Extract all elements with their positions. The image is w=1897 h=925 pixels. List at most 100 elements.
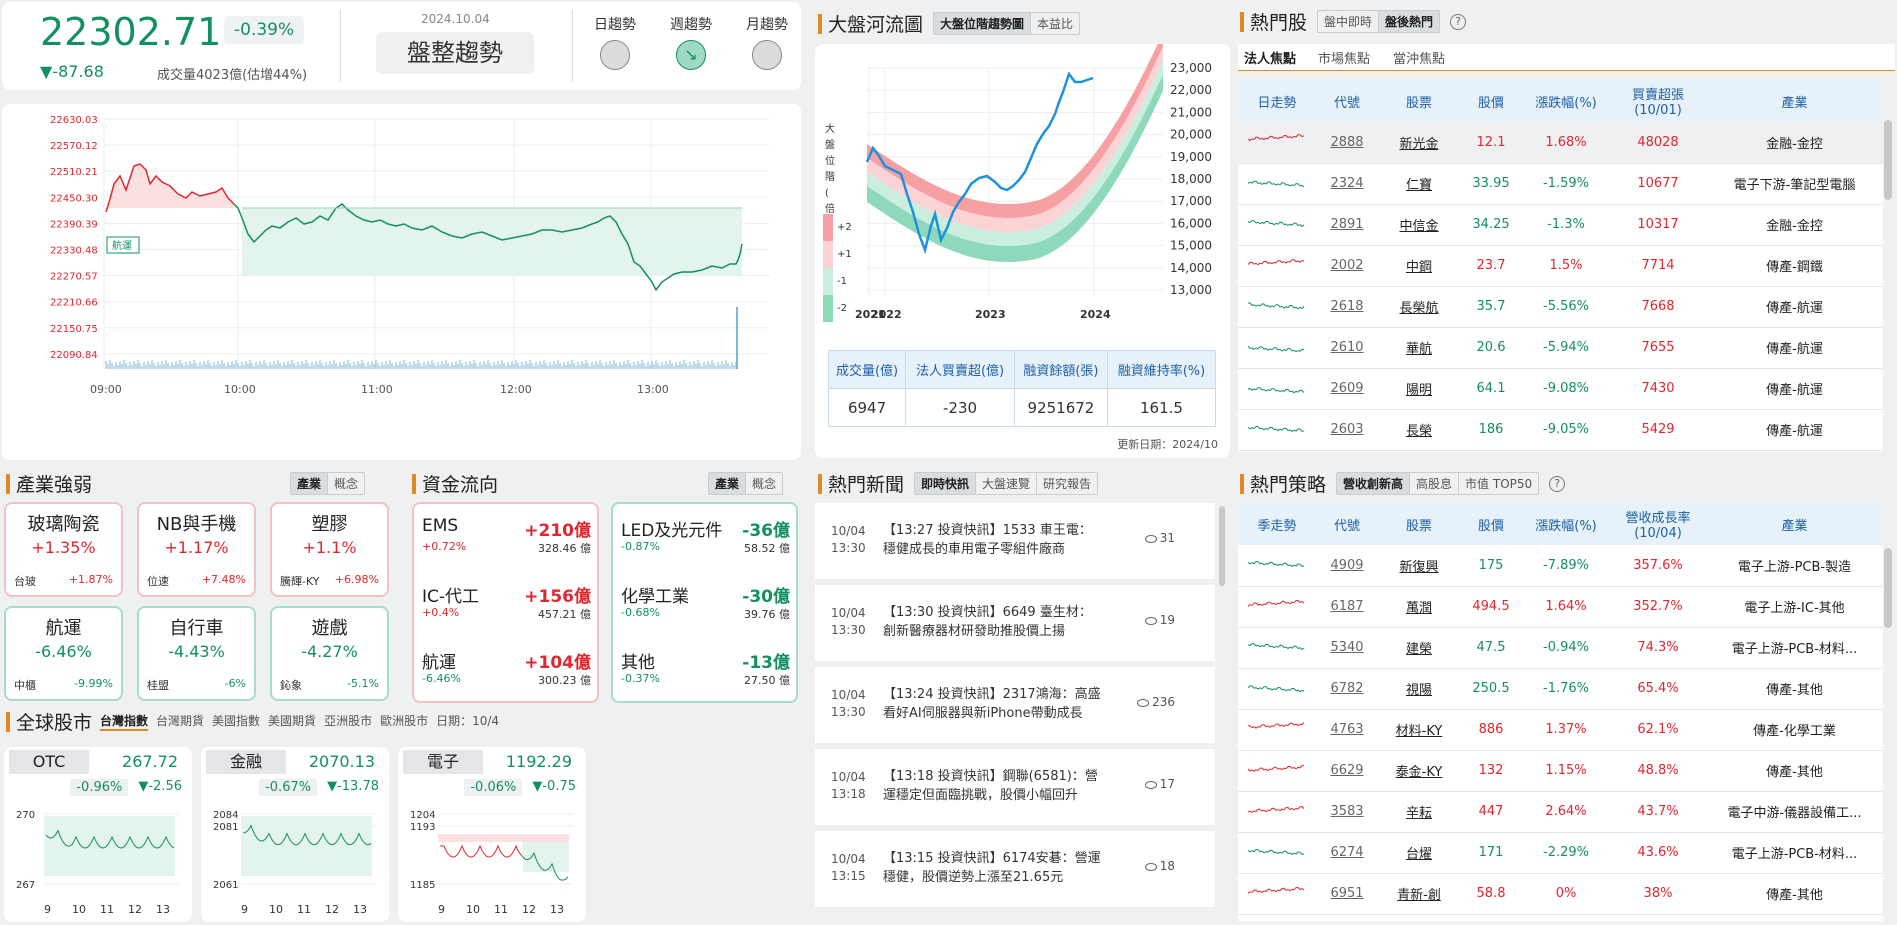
stock-code[interactable]: 6187 (1316, 586, 1378, 628)
flow-item[interactable]: IC-代工 +156億 +0.4% 457.21 億 (422, 582, 591, 626)
stock-code[interactable]: 2888 (1316, 122, 1378, 164)
industry-card[interactable]: 玻璃陶瓷 +1.35% 台玻 +1.87% (4, 502, 123, 597)
stock-code[interactable]: 2002 (1316, 245, 1378, 287)
table-row[interactable]: 6274 台燿 171 -2.29% 43.6% 電子上游-PCB-材料... (1238, 832, 1883, 874)
flow-item[interactable]: 航運 +104億 -6.46% 300.23 億 (422, 648, 591, 692)
tab-revenue-high[interactable]: 營收創新高 (1337, 473, 1410, 494)
subtab-daytrade[interactable]: 當沖焦點 (1393, 48, 1445, 67)
stock-name[interactable]: 材料-KY (1378, 709, 1460, 751)
stock-name[interactable]: 中信金 (1378, 204, 1460, 246)
stock-name[interactable]: 仁寶 (1378, 163, 1460, 205)
tab-research[interactable]: 研究報告 (1036, 473, 1097, 494)
stock-code[interactable]: 2618 (1316, 286, 1378, 328)
tab-river-level[interactable]: 大盤位階趨勢圖 (934, 13, 1031, 34)
table-row[interactable]: 2324 仁寶 33.95 -1.59% 10677 電子下游-筆記型電腦 (1238, 163, 1883, 205)
stock-code[interactable]: 6629 (1316, 750, 1378, 792)
subtab-institutional[interactable]: 法人焦點 (1244, 48, 1296, 67)
column-header[interactable]: 營收成長率 (10/04) (1610, 503, 1706, 545)
column-header[interactable]: 買賣超張 (10/01) (1610, 80, 1706, 122)
tab-overview[interactable]: 大盤速覽 (975, 473, 1036, 494)
tab-us-index[interactable]: 美國指數 (212, 712, 260, 731)
stock-name[interactable]: 泰金-KY (1378, 750, 1460, 792)
tab-us-futures[interactable]: 美國期貨 (268, 712, 316, 731)
stock-name[interactable]: 新光金 (1378, 122, 1460, 164)
tab-industry[interactable]: 產業 (291, 473, 328, 494)
table-row[interactable]: 2891 中信金 34.25 -1.3% 10317 金融-金控 (1238, 204, 1883, 246)
news-headline[interactable]: 【13:18 投資快訊】鋼聯(6581)：營運穩定但面臨挑戰，股價小幅回升 (883, 767, 1103, 805)
tab-tw-futures[interactable]: 台灣期貨 (156, 712, 204, 731)
news-item[interactable]: 10/04 13:15 【13:15 投資快訊】6174安碁：營運穩健，股價逆勢上漲… (815, 831, 1215, 913)
stock-name[interactable]: 台燿 (1378, 832, 1460, 874)
mini-index-card[interactable]: 金融 2070.13 -0.67% ▼-13.78 2084 2081 2061 9 10 11 1… (201, 747, 389, 922)
tab-week-trend[interactable]: 週趨勢 ↘ (663, 14, 719, 70)
stock-name[interactable]: 新復興 (1378, 545, 1460, 587)
news-headline[interactable]: 【13:15 投資快訊】6174安碁：營運穩健，股價逆勢上漲至21.65元 (883, 849, 1103, 887)
tab-after-hours[interactable]: 盤後熱門 (1378, 11, 1440, 32)
stock-code[interactable]: 4909 (1316, 545, 1378, 587)
flow-item[interactable]: 化學工業 -30億 -0.68% 39.76 億 (621, 582, 790, 626)
intraday-chart[interactable]: 22630.03 22570.12 22510.21 22450.30 22390.39… (2, 104, 801, 460)
industry-card[interactable]: NB與手機 +1.17% 位速 +7.48% (137, 502, 256, 597)
news-headline[interactable]: 【13:30 投資快訊】6649 臺生材：創新醫療器材研發助推股價上揚 (883, 603, 1103, 641)
table-row[interactable]: 6187 萬潤 494.5 1.64% 352.7% 電子上游-IC-其他 (1238, 586, 1883, 628)
industry-card[interactable]: 自行車 -4.43% 桂盟 -6% (137, 606, 256, 701)
table-row[interactable]: 5340 建榮 47.5 -0.94% 74.3% 電子上游-PCB-材料... (1238, 627, 1883, 669)
tab-concept[interactable]: 概念 (745, 473, 782, 494)
table-row[interactable]: 2888 新光金 12.1 1.68% 48028 金融-金控 (1238, 122, 1883, 164)
flow-item[interactable]: LED及光元件 -36億 -0.87% 58.52 億 (621, 516, 790, 560)
stock-name[interactable]: 陽明 (1378, 368, 1460, 410)
table-row[interactable]: 6782 視陽 250.5 -1.76% 65.4% 傳產-其他 (1238, 668, 1883, 710)
hot-table-wrap[interactable]: 日走勢 代號 股票 股價 漲跌幅(%) 買賣超張 (10/01) 產業 2888 新光金 12.… (1238, 80, 1883, 452)
news-item[interactable]: 10/04 13:30 【13:24 投資快訊】2317鴻海：高盛看好AI伺服器與新… (815, 667, 1215, 749)
news-item[interactable]: 10/04 13:30 【13:27 投資快訊】1533 車王電：穩健成長的車用電子… (815, 503, 1215, 585)
flow-item[interactable]: 其他 -13億 -0.37% 27.50 億 (621, 648, 790, 692)
stock-code[interactable]: 6782 (1316, 668, 1378, 710)
stock-code[interactable]: 2609 (1316, 368, 1378, 410)
news-scrollbar[interactable] (1219, 506, 1225, 586)
news-item[interactable]: 10/04 13:30 【13:30 投資快訊】6649 臺生材：創新醫療器材研發助… (815, 585, 1215, 667)
strategy-table-wrap[interactable]: 季走勢 代號 股票 股價 漲跌幅(%) 營收成長率 (10/04) 產業 4909 新復興 17… (1238, 503, 1883, 921)
stock-code[interactable]: 3583 (1316, 791, 1378, 833)
table-row[interactable]: 2609 陽明 64.1 -9.08% 7430 傳產-航運 (1238, 368, 1883, 410)
table-row[interactable]: 6629 泰金-KY 132 1.15% 48.8% 傳產-其他 (1238, 750, 1883, 792)
industry-card[interactable]: 遊戲 -4.27% 鈊象 -5.1% (270, 606, 389, 701)
tab-day-trend[interactable]: 日趨勢 (587, 14, 643, 70)
stock-code[interactable]: 6951 (1316, 873, 1378, 915)
stock-name[interactable]: 萬潤 (1378, 586, 1460, 628)
tab-high-dividend[interactable]: 高股息 (1409, 473, 1458, 494)
stock-name[interactable]: 長榮 (1378, 409, 1460, 451)
stock-code[interactable]: 2891 (1316, 204, 1378, 246)
tab-industry[interactable]: 產業 (709, 473, 746, 494)
outflow-card[interactable]: LED及光元件 -36億 -0.87% 58.52 億化學工業 -30億 -0.68% 39… (611, 502, 798, 703)
stock-code[interactable]: 5340 (1316, 627, 1378, 669)
stock-code[interactable]: 2603 (1316, 409, 1378, 451)
stock-code[interactable]: 4763 (1316, 709, 1378, 751)
table-row[interactable]: 3583 辛耘 447 2.64% 43.7% 電子中游-儀器設備工... (1238, 791, 1883, 833)
table-row[interactable]: 4909 新復興 175 -7.89% 357.6% 電子上游-PCB-製造 (1238, 545, 1883, 587)
tab-top50[interactable]: 市值 TOP50 (1458, 473, 1538, 494)
stock-name[interactable]: 青新-創 (1378, 873, 1460, 915)
flow-item[interactable]: EMS +210億 +0.72% 328.46 億 (422, 516, 591, 560)
stock-code[interactable]: 2610 (1316, 327, 1378, 369)
stock-name[interactable]: 建榮 (1378, 627, 1460, 669)
news-list[interactable]: 10/04 13:30 【13:27 投資快訊】1533 車王電：穩健成長的車用電子… (815, 503, 1215, 921)
help-icon[interactable]: ? (1549, 475, 1566, 492)
stock-name[interactable]: 辛耘 (1378, 791, 1460, 833)
table-row[interactable]: 6951 青新-創 58.8 0% 38% 傳產-其他 (1238, 873, 1883, 915)
stock-name[interactable]: 華航 (1378, 327, 1460, 369)
hot-scrollbar[interactable] (1884, 120, 1892, 200)
table-row[interactable]: 4763 材料-KY 886 1.37% 62.1% 傳產-化學工業 (1238, 709, 1883, 751)
industry-card[interactable]: 航運 -6.46% 中櫃 -9.99% (4, 606, 123, 701)
strategy-scrollbar[interactable] (1884, 548, 1892, 628)
mini-index-card[interactable]: 電子 1192.29 -0.06% ▼-0.75 1204 1193 1185 9 10 11 12… (398, 747, 586, 922)
tab-concept[interactable]: 概念 (327, 473, 364, 494)
table-row[interactable]: 2002 中鋼 23.7 1.5% 7714 傳產-鋼鐵 (1238, 245, 1883, 287)
news-item[interactable]: 10/04 13:18 【13:18 投資快訊】鋼聯(6581)：營運穩定但面臨挑戰… (815, 749, 1215, 831)
tab-month-trend[interactable]: 月趨勢 (739, 14, 795, 70)
industry-card[interactable]: 塑膠 +1.1% 騰輝-KY +6.98% (270, 502, 389, 597)
tab-intraday[interactable]: 盤中即時 (1318, 11, 1378, 32)
stock-name[interactable]: 長榮航 (1378, 286, 1460, 328)
help-icon[interactable]: ? (1450, 13, 1467, 30)
mini-index-card[interactable]: OTC 267.72 -0.96% ▼-2.56 270 267 9 10 11 12 13 (4, 747, 192, 922)
stock-code[interactable]: 2324 (1316, 163, 1378, 205)
